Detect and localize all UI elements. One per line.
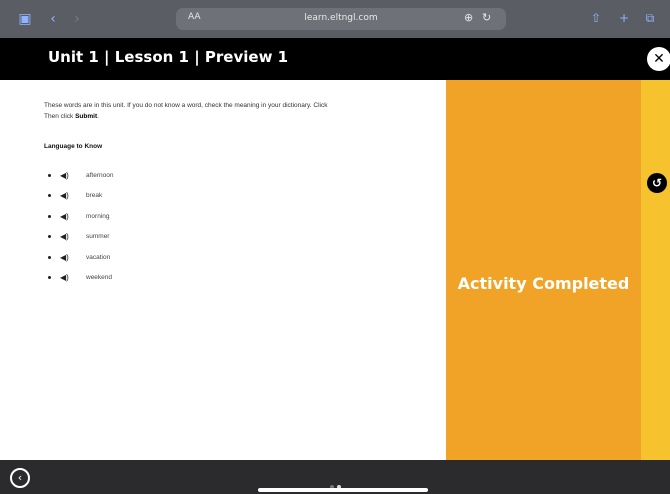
forward-chevron-icon[interactable]: › — [68, 10, 86, 28]
list-item: ◀) vacation — [48, 247, 113, 268]
browser-toolbar: ▣ ‹ › AA learn.eltngl.com ⊕ ↻ ⇧ + ⧉ — [0, 0, 670, 38]
word-label: break — [86, 192, 103, 200]
page-title: Unit 1 | Lesson 1 | Preview 1 — [48, 48, 289, 66]
list-item: ◀) break — [48, 186, 113, 207]
back-chevron-icon[interactable]: ‹ — [44, 10, 62, 28]
submit-reference: Submit — [75, 113, 98, 120]
lesson-header: Unit 1 | Lesson 1 | Preview 1 ✕ — [0, 38, 670, 80]
share-icon[interactable]: ⇧ — [588, 10, 604, 26]
speaker-icon[interactable]: ◀) — [60, 273, 72, 282]
speaker-icon[interactable]: ◀) — [60, 253, 72, 262]
bullet-icon — [48, 173, 51, 177]
speaker-icon[interactable]: ◀) — [60, 232, 72, 241]
activity-completed-label: Activity Completed — [457, 274, 630, 293]
speaker-icon[interactable]: ◀) — [60, 191, 72, 200]
word-label: afternoon — [86, 171, 114, 179]
address-bar[interactable]: AA learn.eltngl.com ⊕ ↻ — [176, 8, 506, 30]
new-tab-icon[interactable]: + — [616, 10, 632, 26]
instructions-text: These words are in this unit. If you do … — [44, 100, 464, 122]
speaker-icon[interactable]: ◀) — [60, 212, 72, 221]
home-indicator[interactable] — [258, 488, 428, 492]
word-label: summer — [86, 233, 110, 241]
lesson-content: These words are in this unit. If you do … — [0, 80, 670, 460]
list-item: ◀) morning — [48, 206, 113, 227]
translate-icon[interactable]: ⊕ — [464, 11, 473, 24]
language-to-know-heading: Language to Know — [44, 143, 103, 150]
reset-activity-icon[interactable]: ↺ — [647, 173, 667, 193]
list-item: ◀) afternoon — [48, 165, 113, 186]
word-list: ◀) afternoon ◀) break ◀) morning ◀) summ… — [48, 165, 113, 288]
instructions-line-1: These words are in this unit. If you do … — [44, 102, 328, 109]
close-button[interactable]: ✕ — [647, 47, 670, 71]
reload-icon[interactable]: ↻ — [482, 11, 491, 24]
speaker-icon[interactable]: ◀) — [60, 171, 72, 180]
tabs-overview-icon[interactable]: ⧉ — [642, 10, 658, 26]
bullet-icon — [48, 276, 51, 280]
completed-panel-edge: ↺ — [641, 80, 670, 460]
list-item: ◀) summer — [48, 227, 113, 248]
list-item: ◀) weekend — [48, 268, 113, 289]
bullet-icon — [48, 235, 51, 239]
sidebar-icon[interactable]: ▣ — [16, 10, 34, 28]
word-label: vacation — [86, 253, 111, 261]
bullet-icon — [48, 214, 51, 218]
activity-completed-panel: Activity Completed — [446, 80, 641, 460]
word-label: morning — [86, 212, 110, 220]
instructions-line-2: Then click Submit. — [44, 113, 99, 120]
word-label: weekend — [86, 274, 113, 282]
bullet-icon — [48, 194, 51, 198]
previous-page-button[interactable]: ‹ — [10, 468, 30, 488]
url-text[interactable]: learn.eltngl.com — [176, 13, 506, 23]
bullet-icon — [48, 255, 51, 259]
